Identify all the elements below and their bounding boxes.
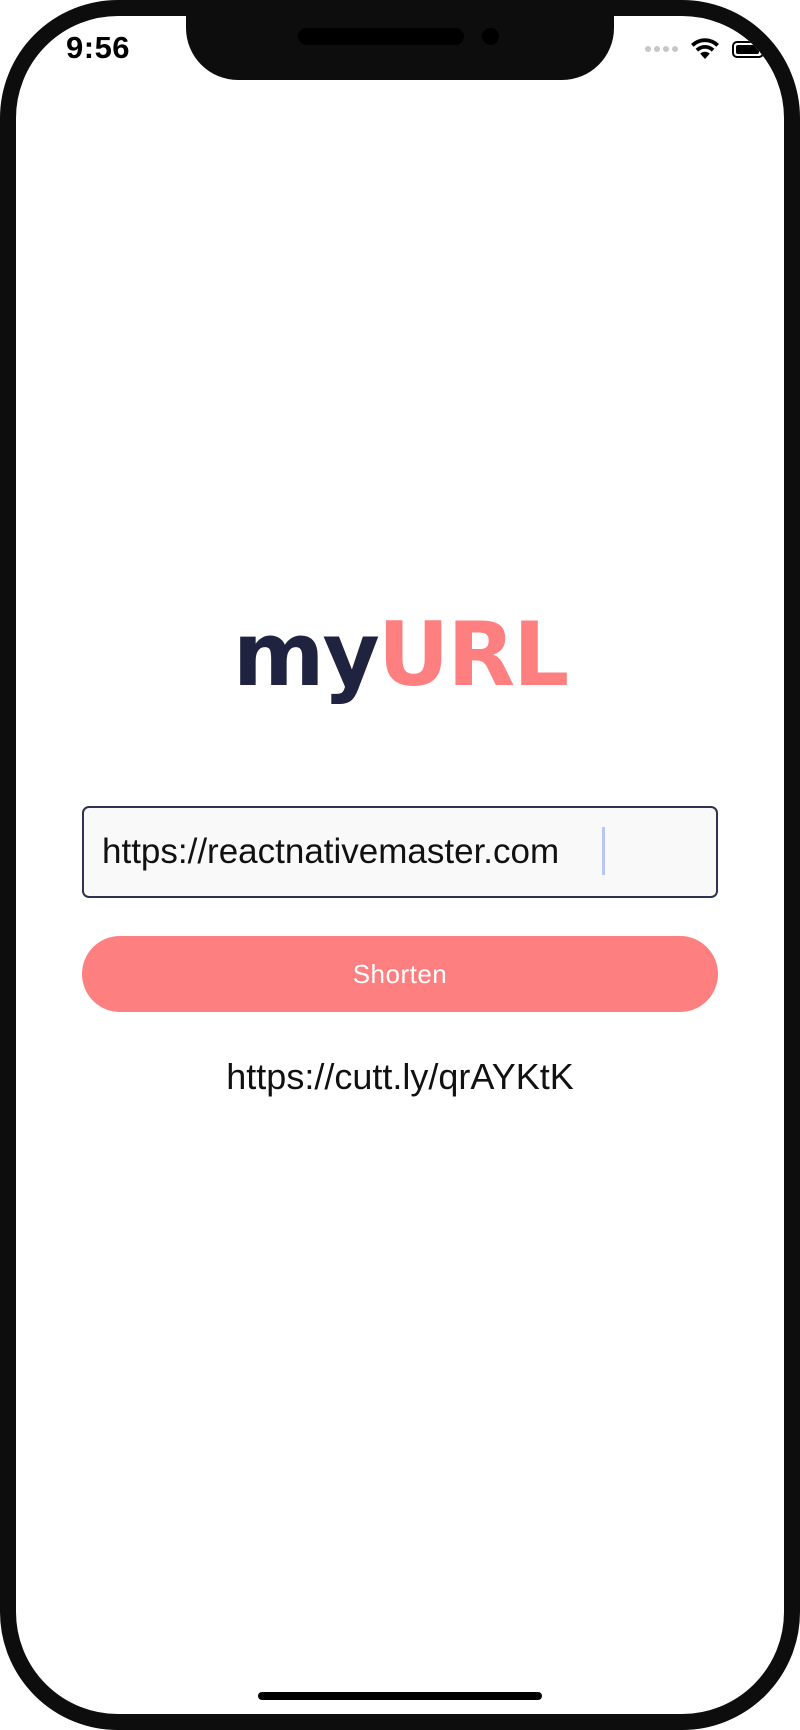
shortened-url-text[interactable]: https://cutt.ly/qrAYKtK <box>16 1056 784 1098</box>
wifi-icon <box>691 38 719 59</box>
logo-text-my: my <box>232 603 380 706</box>
phone-frame: 9:56 myURL Shorten https://cutt.ly/qrAYK… <box>0 0 800 1730</box>
text-cursor <box>602 827 605 875</box>
app-logo: myURL <box>16 611 784 699</box>
status-time: 9:56 <box>66 30 131 65</box>
url-input[interactable] <box>82 806 718 898</box>
cellular-signal-icon <box>645 46 678 52</box>
page: 9:56 myURL Shorten https://cutt.ly/qrAYK… <box>0 0 800 1730</box>
device-notch <box>186 16 614 80</box>
front-camera <box>482 28 499 45</box>
home-indicator[interactable] <box>258 1692 542 1700</box>
logo-text-url: URL <box>377 603 569 706</box>
shorten-button[interactable]: Shorten <box>82 936 718 1012</box>
battery-icon <box>732 40 767 58</box>
speaker-grille <box>298 28 464 45</box>
status-indicators <box>645 36 767 62</box>
